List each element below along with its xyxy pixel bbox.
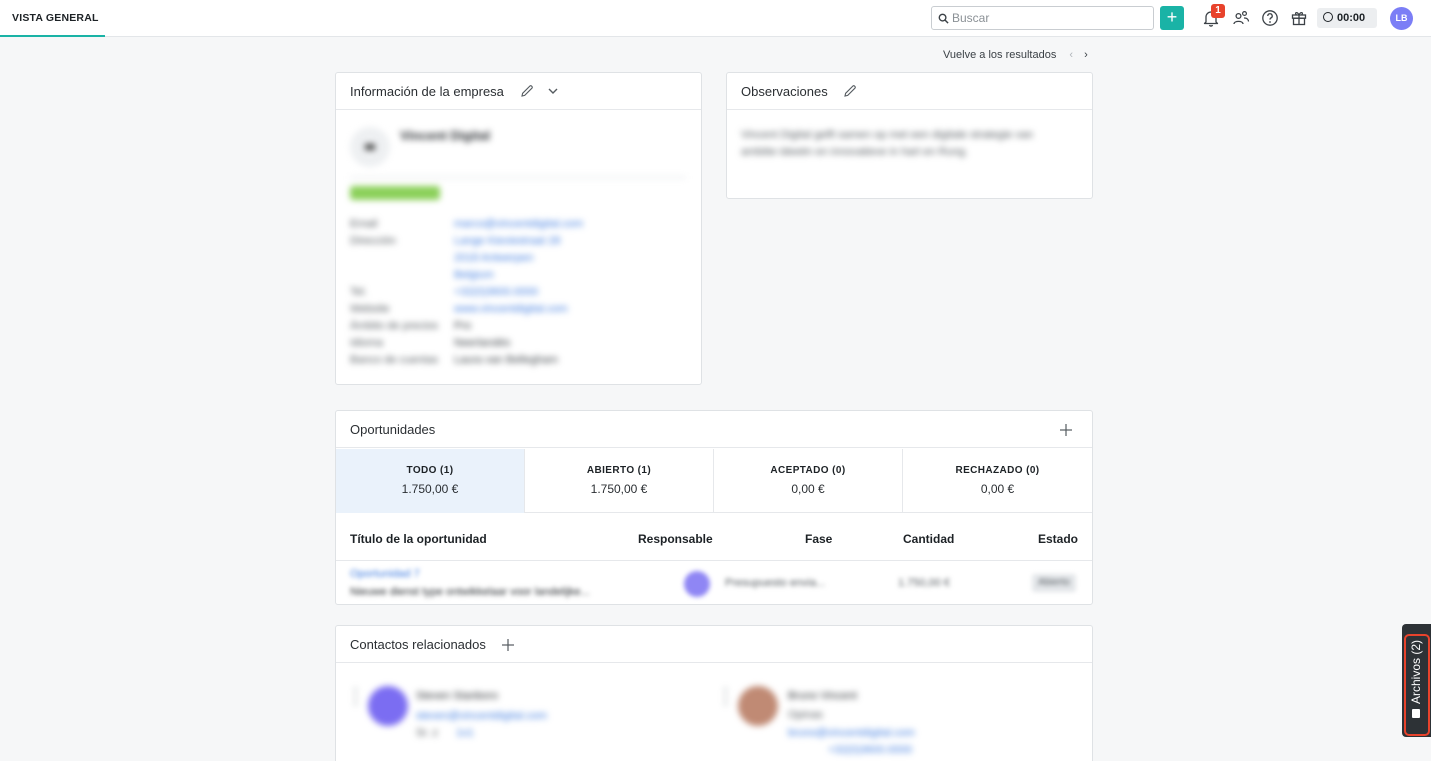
observations-text: Vincent Digital gelft samen op met een d… (741, 129, 1034, 158)
opportunities-title: Oportunidades (350, 422, 436, 437)
info-label: Ámbito de precios (350, 320, 439, 332)
opportunity-amount: 1.750,00 € (898, 577, 950, 589)
tab-label: RECHAZADO (0) (955, 465, 1040, 476)
search-box[interactable] (931, 6, 1154, 30)
observations-title: Observaciones (741, 84, 828, 99)
tab-amount: 1.750,00 € (590, 482, 648, 496)
info-value[interactable]: Belgium (454, 269, 694, 281)
company-info-title: Información de la empresa (350, 84, 504, 99)
info-value: Neerlandés (454, 337, 511, 349)
status-badge: Abierto (1032, 574, 1076, 592)
observations-header: Observaciones (727, 73, 1092, 110)
tab-label: ABIERTO (1) (586, 465, 652, 476)
tab-label: TODO (1) (406, 465, 454, 476)
column-header-status[interactable]: Estado (1038, 532, 1078, 546)
search-input[interactable] (952, 9, 1147, 27)
gift-icon[interactable] (1290, 9, 1308, 27)
opportunity-description: Nieuwe dienst type ontwikkelaar voor lan… (350, 586, 590, 598)
column-header-owner[interactable]: Responsable (638, 532, 713, 546)
chevron-down-icon[interactable] (547, 85, 559, 97)
contact-name[interactable]: Steven Stanboro (416, 690, 498, 702)
files-label[interactable]: Archivos (2) (1405, 624, 1427, 724)
results-navigation: Vuelve a los resultados ‹ › (943, 49, 1088, 61)
tab-todo[interactable]: TODO (1) 1.750,00 € (336, 449, 525, 513)
files-label-text: Archivos (2) (1409, 639, 1423, 704)
drag-handle-icon[interactable] (724, 688, 730, 712)
add-opportunity-icon[interactable] (1059, 423, 1073, 437)
notification-badge: 1 (1211, 4, 1225, 18)
company-info-card: Información de la empresa Vincent Digita… (335, 72, 702, 385)
related-contacts-card: Contactos relacionados Steven Stanboro s… (335, 625, 1093, 761)
help-icon[interactable] (1261, 9, 1279, 27)
owner-avatar (684, 571, 710, 597)
company-info-header: Información de la empresa (336, 73, 701, 110)
contact-email[interactable]: bruno@vincentdigital.com (788, 727, 915, 739)
contacts-title: Contactos relacionados (350, 637, 486, 652)
company-name: Vincent Digital (400, 128, 491, 143)
next-result-icon[interactable]: › (1084, 49, 1088, 61)
pencil-icon[interactable] (843, 84, 857, 98)
contact-email[interactable]: steven@vincentdigital.com (416, 710, 547, 722)
opportunity-link[interactable]: Oportunidad 7 (350, 568, 420, 580)
tab-rechazado[interactable]: RECHAZADO (0) 0,00 € (903, 449, 1092, 513)
info-label: Email (350, 218, 378, 230)
pencil-icon[interactable] (520, 84, 534, 98)
contact-role: Opinas (788, 709, 823, 721)
info-value[interactable]: marco@vincentdigital.com (454, 218, 694, 230)
tab-amount: 0,00 € (980, 482, 1015, 496)
tab-amount: 0,00 € (791, 482, 825, 496)
add-contact-icon[interactable] (501, 638, 515, 652)
folder-icon (1412, 709, 1420, 718)
top-bar: VISTA GENERAL + 1 00:00 LB (0, 0, 1431, 37)
timer-value: 00:00 (1337, 12, 1366, 24)
column-header-phase[interactable]: Fase (805, 532, 832, 546)
contact-name[interactable]: Bruno Vincent (788, 690, 857, 702)
back-to-results-link[interactable]: Vuelve a los resultados (943, 49, 1056, 61)
info-value: Pro (454, 320, 472, 332)
time-tracker[interactable]: 00:00 (1317, 8, 1377, 28)
tab-aceptado[interactable]: ACEPTADO (0) 0,00 € (714, 449, 903, 513)
opportunity-phase: Presupuesto envia... (725, 577, 826, 589)
observations-card: Observaciones Vincent Digital gelft same… (726, 72, 1093, 199)
tab-abierto[interactable]: ABIERTO (1) 1.750,00 € (525, 449, 714, 513)
search-icon (938, 13, 949, 24)
divider (336, 560, 1092, 561)
opportunities-header: Oportunidades (336, 411, 1092, 448)
info-value: Laura van Bellegham (454, 354, 558, 366)
contacts-header: Contactos relacionados (336, 626, 1092, 663)
contact-phone[interactable]: +32(0)3600.0000 (828, 744, 912, 756)
contact-avatar (738, 686, 778, 726)
column-header-amount[interactable]: Cantidad (903, 532, 954, 546)
divider (350, 177, 686, 178)
files-side-tab[interactable]: Archivos (2) (1402, 624, 1431, 737)
drag-handle-icon[interactable] (354, 688, 360, 712)
stopwatch-icon (1323, 12, 1333, 22)
tab-amount: 1.750,00 € (401, 482, 459, 496)
info-label: Website (350, 303, 390, 315)
column-header-title[interactable]: Título de la oportunidad (350, 532, 487, 546)
tab-label: ACEPTADO (0) (770, 465, 846, 476)
info-label: Banco de cuentas (350, 354, 439, 366)
tab-vista-general[interactable]: VISTA GENERAL (0, 0, 105, 37)
opportunity-status-tabs: TODO (1) 1.750,00 € ABIERTO (1) 1.750,00… (336, 449, 1092, 513)
contact-phone[interactable]: 1x1 (456, 727, 474, 739)
info-label: Dirección (350, 235, 396, 247)
info-value[interactable]: Lange Kieviestraat 28 (454, 235, 694, 247)
opportunities-card: Oportunidades TODO (1) 1.750,00 € ABIERT… (335, 410, 1093, 605)
company-logo (350, 127, 390, 167)
contact-role: Sr. z (416, 727, 439, 739)
user-avatar[interactable]: LB (1390, 7, 1413, 30)
tag-badge (350, 186, 440, 200)
info-label: Tel. (350, 286, 368, 298)
info-value[interactable]: 2018 Antwerpen (454, 252, 694, 264)
info-value[interactable]: +32(0)3600.0000 (454, 286, 694, 298)
previous-result-icon[interactable]: ‹ (1069, 49, 1073, 61)
people-icon[interactable] (1232, 9, 1250, 27)
create-button[interactable]: + (1160, 6, 1184, 30)
info-value[interactable]: www.vincentdigital.com (454, 303, 694, 315)
contact-avatar (368, 686, 408, 726)
info-label: Idioma (350, 337, 384, 349)
